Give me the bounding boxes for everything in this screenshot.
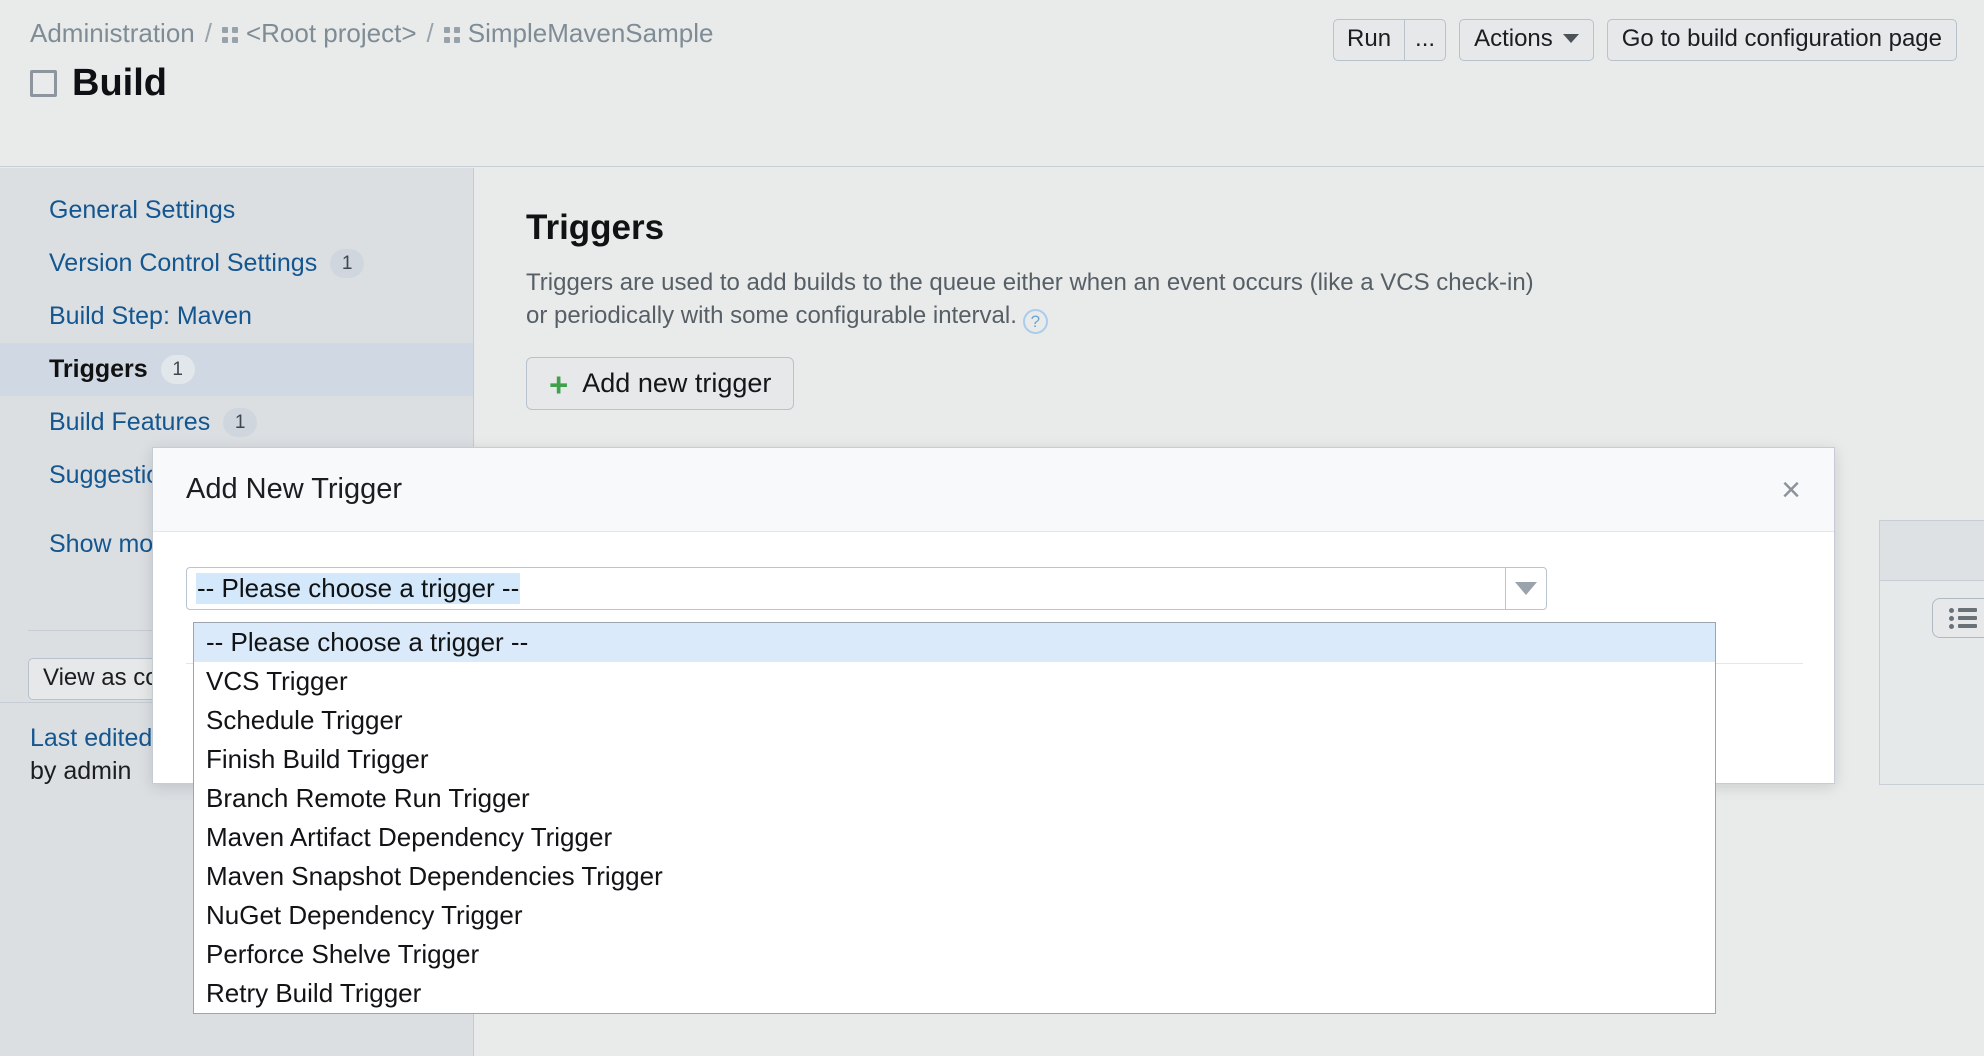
breadcrumb-item-root-project[interactable]: <Root project> — [246, 18, 417, 49]
sidebar-item-label: General Settings — [49, 196, 236, 224]
sidebar-item-badge: 1 — [223, 408, 258, 437]
dialog-title: Add New Trigger — [186, 473, 402, 505]
breadcrumb-item-simplemavensample[interactable]: SimpleMavenSample — [468, 18, 714, 49]
sidebar-item-badge: 1 — [160, 355, 195, 384]
breadcrumb-separator: / — [204, 18, 212, 48]
run-button[interactable]: Run ... — [1333, 19, 1447, 61]
option-nuget-dependency-trigger[interactable]: NuGet Dependency Trigger — [194, 896, 1715, 935]
trigger-type-select[interactable]: -- Please choose a trigger -- — [186, 567, 1547, 610]
sidebar-item-general-settings[interactable]: General Settings — [0, 184, 473, 237]
option-schedule-trigger[interactable]: Schedule Trigger — [194, 701, 1715, 740]
help-icon[interactable]: ? — [1022, 309, 1048, 335]
list-view-icon — [1949, 607, 1977, 629]
grid-icon — [221, 27, 239, 44]
content-header: Triggers Triggers are used to add builds… — [475, 168, 1984, 335]
add-new-trigger-label: Add new trigger — [582, 368, 772, 399]
grid-icon — [443, 27, 461, 44]
breadcrumb-separator-2: / — [426, 18, 434, 48]
option-maven-snapshot-dependencies-trigger[interactable]: Maven Snapshot Dependencies Trigger — [194, 857, 1715, 896]
sidebar-item-label: Triggers — [49, 355, 148, 383]
breadcrumb-item-administration[interactable]: Administration — [30, 18, 195, 49]
triggers-panel-header-row — [1880, 521, 1984, 581]
option-retry-build-trigger[interactable]: Retry Build Trigger — [194, 974, 1715, 1013]
sidebar-item-build-step-maven[interactable]: Build Step: Maven — [0, 290, 473, 343]
section-title: Triggers — [526, 208, 665, 247]
top-header: Administration / <Root project> / Simple… — [0, 0, 1984, 167]
sidebar-item-label: Version Control Settings — [49, 249, 318, 277]
run-button-label[interactable]: Run — [1334, 20, 1404, 60]
close-icon[interactable]: × — [1781, 473, 1801, 507]
breadcrumb: Administration / <Root project> / Simple… — [30, 18, 713, 49]
select-dropdown-arrow[interactable] — [1505, 568, 1546, 609]
option-vcs-trigger[interactable]: VCS Trigger — [194, 662, 1715, 701]
run-options-button[interactable]: ... — [1404, 20, 1445, 60]
sidebar-item-badge: 1 — [330, 249, 365, 278]
page-title: Build — [30, 62, 167, 105]
trigger-type-option-list[interactable]: -- Please choose a trigger -- VCS Trigge… — [193, 622, 1716, 1014]
option-maven-artifact-dependency-trigger[interactable]: Maven Artifact Dependency Trigger — [194, 818, 1715, 857]
section-description: Triggers are used to add builds to the q… — [526, 266, 1556, 335]
actions-dropdown-label: Actions — [1474, 25, 1553, 52]
build-config-icon — [30, 70, 57, 97]
sidebar-item-build-features[interactable]: Build Features 1 — [0, 396, 473, 449]
trigger-type-select-value[interactable]: -- Please choose a trigger -- — [187, 568, 1505, 609]
sidebar-item-label: Build Step: Maven — [49, 302, 252, 330]
dialog-body: -- Please choose a trigger -- — [153, 532, 1834, 610]
trigger-type-select-text: -- Please choose a trigger -- — [196, 573, 521, 604]
option-finish-build-trigger[interactable]: Finish Build Trigger — [194, 740, 1715, 779]
goto-build-configuration-button[interactable]: Go to build configuration page — [1606, 19, 1957, 61]
sidebar-item-label: Build Features — [49, 408, 211, 436]
sidebar-item-triggers[interactable]: Triggers 1 — [0, 343, 473, 396]
list-view-dropdown-button[interactable] — [1932, 598, 1984, 638]
option-please-choose[interactable]: -- Please choose a trigger -- — [194, 623, 1715, 662]
chevron-down-icon — [1562, 34, 1579, 43]
option-branch-remote-run-trigger[interactable]: Branch Remote Run Trigger — [194, 779, 1715, 818]
chevron-down-icon — [1515, 582, 1537, 595]
add-new-trigger-button[interactable]: + Add new trigger — [526, 357, 795, 411]
dialog-header: Add New Trigger × — [153, 448, 1834, 532]
page-title-label: Build — [72, 62, 167, 104]
plus-icon: + — [549, 365, 569, 403]
option-perforce-shelve-trigger[interactable]: Perforce Shelve Trigger — [194, 935, 1715, 974]
sidebar-item-version-control-settings[interactable]: Version Control Settings 1 — [0, 237, 473, 290]
triggers-panel — [1879, 520, 1984, 785]
actions-dropdown-button[interactable]: Actions — [1459, 19, 1594, 61]
header-actions: Run ... Actions Go to build configuratio… — [1333, 19, 1957, 61]
